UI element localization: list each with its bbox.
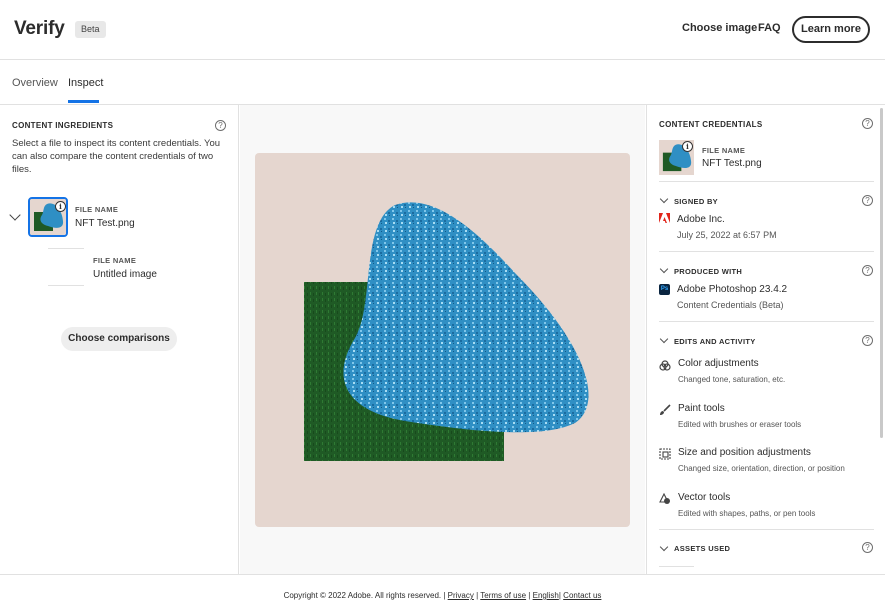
help-icon[interactable]: ? [215, 120, 226, 131]
faq-link[interactable]: FAQ [758, 22, 781, 34]
empty-file-thumbnail[interactable] [48, 248, 84, 286]
help-icon[interactable]: ? [862, 265, 873, 276]
divider [659, 251, 874, 252]
brush-icon [660, 404, 671, 415]
edit-name: Paint tools [678, 403, 725, 414]
help-icon[interactable]: ? [862, 118, 873, 129]
content-credentials-panel: CONTENT CREDENTIALS ? i FILE NAME NFT Te… [646, 105, 885, 574]
help-icon[interactable]: ? [862, 195, 873, 206]
assets-used-title: ASSETS USED [674, 544, 731, 553]
image-canvas [255, 153, 630, 527]
edit-desc: Changed size, orientation, direction, or… [678, 464, 845, 473]
file-name-label: FILE NAME [93, 256, 137, 265]
choose-image-link[interactable]: Choose image [682, 22, 757, 34]
edit-desc: Edited with shapes, paths, or pen tools [678, 509, 816, 518]
crop-icon [659, 448, 671, 460]
adobe-logo-icon [659, 213, 670, 223]
help-icon[interactable]: ? [862, 542, 873, 553]
chevron-down-icon[interactable] [659, 194, 669, 204]
edit-name: Size and position adjustments [678, 447, 811, 458]
chevron-down-icon[interactable] [659, 542, 669, 552]
producer-sub: Content Credentials (Beta) [677, 300, 784, 310]
help-icon[interactable]: ? [862, 335, 873, 346]
content-credentials-title: CONTENT CREDENTIALS [659, 120, 763, 129]
signed-date: July 25, 2022 at 6:57 PM [677, 230, 777, 240]
credential-thumbnail: i [659, 140, 694, 175]
signer-name: Adobe Inc. [677, 214, 725, 225]
learn-more-button[interactable]: Learn more [792, 16, 870, 43]
tab-overview[interactable]: Overview [12, 77, 58, 89]
content-ingredients-title: CONTENT INGREDIENTS [12, 121, 114, 130]
app-title: Verify [14, 18, 65, 39]
credential-file-name: NFT Test.png [702, 158, 762, 169]
language-link[interactable]: English [533, 591, 559, 600]
right-panel-scrollbar[interactable] [880, 108, 883, 438]
color-adjust-icon [659, 360, 671, 371]
file-name-label: FILE NAME [75, 205, 119, 214]
app-header: Verify Beta Choose image FAQ Learn more [0, 0, 885, 60]
photoshop-icon: Ps [659, 284, 670, 295]
producer-app: Adobe Photoshop 23.4.2 [677, 284, 788, 295]
divider [659, 529, 874, 530]
file-name-value[interactable]: NFT Test.png [75, 218, 135, 229]
beta-badge: Beta [75, 21, 106, 38]
signed-by-title: SIGNED BY [674, 197, 718, 206]
info-badge-icon[interactable]: i [55, 201, 66, 212]
preview-image [304, 202, 589, 461]
active-tab-indicator [68, 100, 99, 103]
terms-link[interactable]: Terms of use [480, 591, 526, 600]
edits-activity-title: EDITS AND ACTIVITY [674, 337, 756, 346]
file-name-value[interactable]: Untitled image [93, 269, 157, 280]
edit-name: Color adjustments [678, 358, 759, 369]
copyright-text: Copyright © 2022 Adobe. All rights reser… [283, 591, 442, 600]
chevron-down-icon[interactable] [9, 209, 21, 221]
divider [659, 321, 874, 322]
contact-link[interactable]: Contact us [563, 591, 601, 600]
tab-bar: Overview Inspect [0, 60, 885, 105]
content-ingredients-panel: CONTENT INGREDIENTS ? Select a file to i… [0, 105, 239, 574]
shapes-icon [659, 493, 670, 504]
file-thumbnail-selected[interactable]: i [28, 197, 68, 237]
ingredients-description: Select a file to inspect its content cre… [12, 138, 221, 175]
divider [659, 181, 874, 182]
file-name-label: FILE NAME [702, 146, 746, 155]
chevron-down-icon[interactable] [659, 334, 669, 344]
chevron-down-icon[interactable] [659, 264, 669, 274]
info-badge-icon[interactable]: i [682, 141, 693, 152]
produced-with-title: PRODUCED WITH [674, 267, 743, 276]
divider [659, 566, 694, 567]
edit-desc: Edited with brushes or eraser tools [678, 420, 802, 429]
tab-inspect[interactable]: Inspect [68, 77, 103, 89]
page-footer: Copyright © 2022 Adobe. All rights reser… [0, 574, 885, 615]
choose-comparisons-button[interactable]: Choose comparisons [61, 327, 177, 351]
privacy-link[interactable]: Privacy [448, 591, 474, 600]
edit-desc: Changed tone, saturation, etc. [678, 375, 786, 384]
image-preview-area [240, 105, 645, 574]
edit-name: Vector tools [678, 492, 731, 503]
